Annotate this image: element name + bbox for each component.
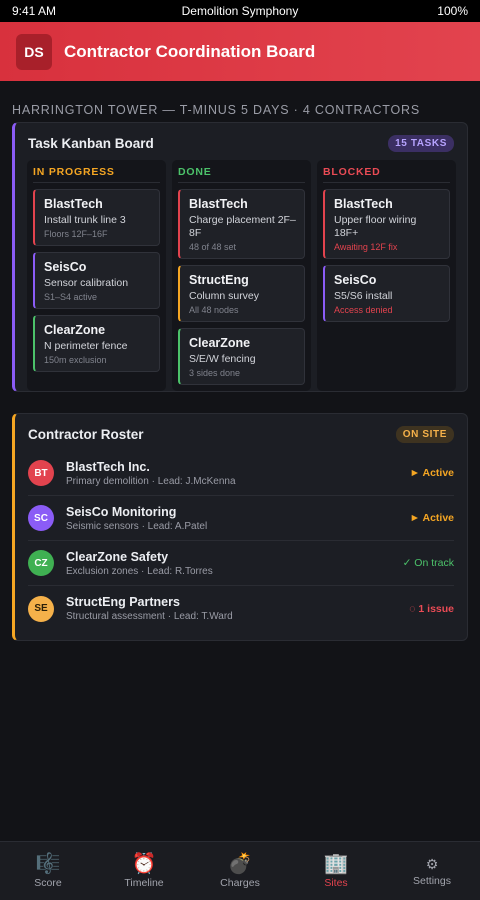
contractor-role: Structural assessment · Lead: T.Ward xyxy=(66,611,233,622)
column-blocked: BLOCKED BlastTech Upper floor wiring 18F… xyxy=(317,160,456,391)
task-note: 48 of 48 set xyxy=(189,242,237,252)
column-header: BLOCKED xyxy=(323,166,450,183)
tab-sites[interactable]: 🏢 Sites xyxy=(288,842,384,900)
roster-row[interactable]: SE StructEng Partners Structural assessm… xyxy=(28,586,454,631)
task-contractor: BlastTech xyxy=(189,197,248,211)
contractor-name: BlastTech Inc. xyxy=(66,459,150,474)
task-card[interactable]: BlastTech Upper floor wiring 18F+ Awaiti… xyxy=(323,189,450,259)
avatar: CZ xyxy=(28,550,54,576)
task-description: S5/S6 install xyxy=(334,290,393,302)
contractor-name: SeisCo Monitoring xyxy=(66,504,177,519)
contractor-role: Seismic sensors · Lead: A.Patel xyxy=(66,520,208,532)
task-description: S/E/W fencing xyxy=(189,353,256,365)
task-card[interactable]: StructEng Column survey All 48 nodes xyxy=(178,265,305,322)
tab-bar: 🎼 Score ⏰ Timeline 💣 Charges 🏢 Sites ⚙ S… xyxy=(0,841,480,900)
tab-label: Settings xyxy=(413,874,451,887)
status-bar: 9:41 AM Demolition Symphony 100% xyxy=(0,0,480,22)
roster-title: Contractor Roster xyxy=(28,427,144,442)
task-card[interactable]: BlastTech Install trunk line 3 Floors 12… xyxy=(33,189,160,246)
task-contractor: SeisCo xyxy=(44,260,87,274)
contractor-role: Exclusion zones · Lead: R.Torres xyxy=(66,565,213,577)
avatar: SC xyxy=(28,505,54,531)
task-contractor: BlastTech xyxy=(44,197,103,211)
tab-settings[interactable]: ⚙ Settings xyxy=(384,842,480,900)
contractor-name: ClearZone Safety xyxy=(66,549,169,564)
task-contractor: ClearZone xyxy=(44,323,106,337)
task-blocker-note: Awaiting 12F fix xyxy=(334,242,398,252)
contractor-role: Primary demolition · Lead: J.McKenna xyxy=(66,475,236,487)
building-icon: 🏢 xyxy=(323,853,349,875)
task-note: S1–S4 active xyxy=(44,292,98,302)
task-description: Charge placement 2F–8F xyxy=(189,214,296,239)
page-title: Contractor Coordination Board xyxy=(64,41,316,61)
task-contractor: BlastTech xyxy=(334,197,393,211)
avatar: SE xyxy=(28,595,54,622)
app-logo[interactable]: DS xyxy=(16,33,52,70)
status-badge: ► Active xyxy=(409,467,454,479)
task-card[interactable]: SeisCo Sensor calibration S1–S4 active xyxy=(33,252,160,309)
task-contractor: StructEng xyxy=(189,273,249,287)
task-card[interactable]: ClearZone S/E/W fencing 3 sides done xyxy=(178,328,305,385)
task-description: Install trunk line 3 xyxy=(44,214,126,226)
gear-icon: ⚙ xyxy=(425,855,439,872)
roster-row[interactable]: SC SeisCo Monitoring Seismic sensors · L… xyxy=(28,496,454,541)
status-battery: 100% xyxy=(437,4,468,18)
task-note: Floors 12F–16F xyxy=(44,229,108,239)
column-header: IN PROGRESS xyxy=(33,166,160,183)
task-blocker-note: Access denied xyxy=(334,305,393,315)
column-done: DONE BlastTech Charge placement 2F–8F 48… xyxy=(172,160,311,391)
task-contractor: SeisCo xyxy=(334,273,377,287)
task-description: N perimeter fence xyxy=(44,340,128,352)
tab-label: Timeline xyxy=(124,877,164,889)
roster-row[interactable]: CZ ClearZone Safety Exclusion zones · Le… xyxy=(28,541,454,586)
roster-card: Contractor Roster ON SITE BT BlastTech I… xyxy=(12,413,468,641)
tab-label: Charges xyxy=(220,877,260,889)
contractor-name: StructEng Partners xyxy=(66,595,180,609)
column-header: DONE xyxy=(178,166,305,183)
task-card[interactable]: ClearZone N perimeter fence 150m exclusi… xyxy=(33,315,160,372)
alarm-clock-icon: ⏰ xyxy=(131,853,157,875)
task-card[interactable]: SeisCo S5/S6 install Access denied xyxy=(323,265,450,322)
kanban-card: Task Kanban Board 15 TASKS IN PROGRESS B… xyxy=(12,122,468,392)
status-badge: ◌ 1 issue xyxy=(409,602,454,615)
tab-timeline[interactable]: ⏰ Timeline xyxy=(96,842,192,900)
task-card[interactable]: BlastTech Charge placement 2F–8F 48 of 4… xyxy=(178,189,305,259)
task-count-badge: 15 TASKS xyxy=(388,135,454,152)
roster-row[interactable]: BT BlastTech Inc. Primary demolition · L… xyxy=(28,451,454,496)
status-time: 9:41 AM xyxy=(12,4,57,18)
kanban-title: Task Kanban Board xyxy=(28,136,154,151)
task-contractor: ClearZone xyxy=(189,336,251,350)
on-site-badge: ON SITE xyxy=(395,426,454,443)
status-badge: ► Active xyxy=(409,512,454,524)
task-description: Column survey xyxy=(189,290,260,302)
bomb-icon: 💣 xyxy=(227,853,253,875)
task-note: 3 sides done xyxy=(189,368,241,378)
music-score-icon: 🎼 xyxy=(35,853,61,875)
app-header: DS Contractor Coordination Board xyxy=(0,22,480,81)
task-description: Sensor calibration xyxy=(44,277,129,289)
tab-charges[interactable]: 💣 Charges xyxy=(192,842,288,900)
tab-label: Sites xyxy=(324,877,348,889)
avatar: BT xyxy=(28,460,54,486)
tab-score[interactable]: 🎼 Score xyxy=(0,842,96,900)
project-meta: HARRINGTON TOWER — T-MINUS 5 DAYS · 4 CO… xyxy=(12,103,420,117)
task-description: Upper floor wiring 18F+ xyxy=(334,214,417,239)
status-badge: ✓ On track xyxy=(402,557,454,569)
column-in-progress: IN PROGRESS BlastTech Install trunk line… xyxy=(27,160,166,391)
status-title: Demolition Symphony xyxy=(181,4,299,18)
task-note: All 48 nodes xyxy=(189,305,239,315)
task-note: 150m exclusion xyxy=(44,355,107,365)
tab-label: Score xyxy=(34,877,62,889)
